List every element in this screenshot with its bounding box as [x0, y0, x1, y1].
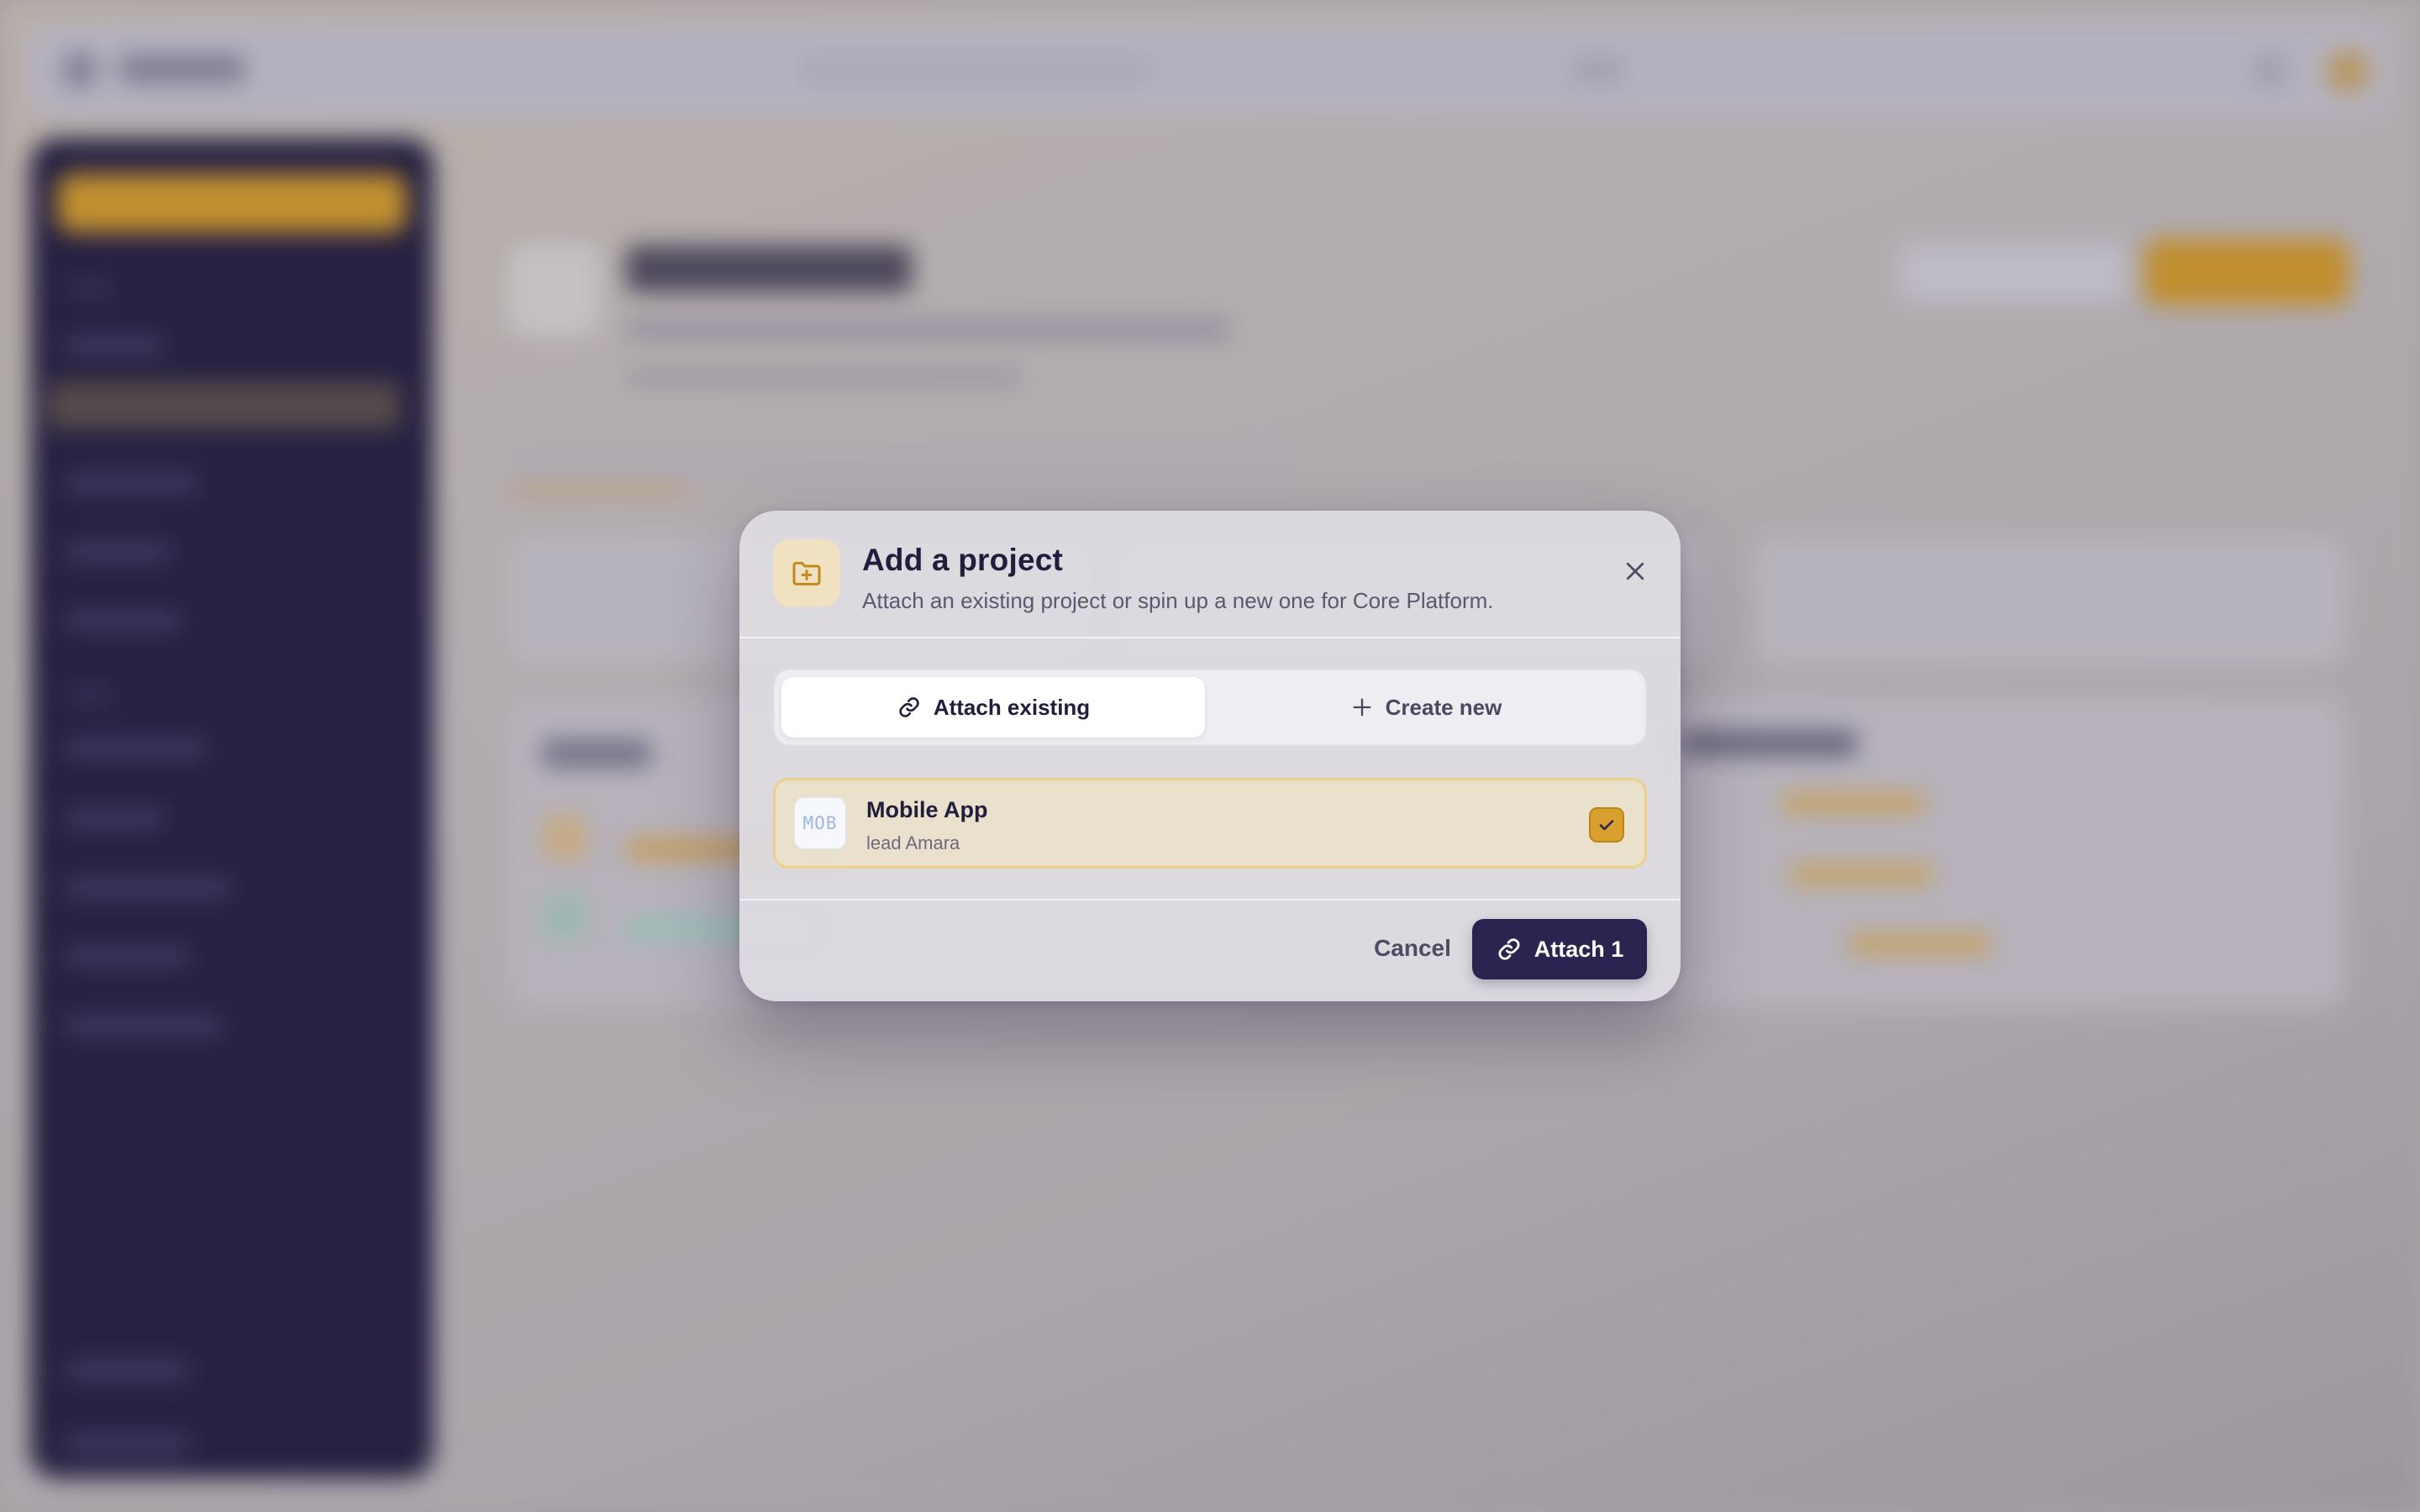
header-divider [739, 637, 1681, 638]
project-checkbox[interactable] [1589, 807, 1624, 843]
project-option[interactable]: MOB Mobile App lead Amara [773, 778, 1647, 869]
project-lead: lead Amara [866, 832, 960, 853]
close-icon [1626, 562, 1644, 580]
checkmark-icon [1599, 820, 1614, 831]
tab-create-new-label: Create new [1385, 694, 1502, 720]
mode-switch: Attach existing Create new [773, 669, 1647, 746]
project-badge: MOB [794, 797, 846, 849]
footer-divider [739, 899, 1681, 900]
link-icon [899, 697, 919, 717]
plus-icon [1353, 698, 1371, 717]
dialog-title: Add a project [862, 543, 1064, 577]
add-project-dialog: Add a project Attach an existing project… [739, 511, 1681, 1001]
close-button[interactable] [1613, 549, 1657, 593]
folder-plus-icon [773, 539, 840, 606]
dialog-subtitle: Attach an existing project or spin up a … [862, 588, 1494, 613]
tab-attach-existing[interactable]: Attach existing [781, 677, 1205, 738]
cancel-button[interactable]: Cancel [1349, 919, 1476, 978]
project-name: Mobile App [866, 797, 988, 822]
tab-create-new[interactable]: Create new [1212, 677, 1640, 738]
attach-button-label: Attach 1 [1534, 936, 1624, 962]
tab-attach-existing-label: Attach existing [933, 694, 1091, 720]
attach-button[interactable]: Attach 1 [1472, 919, 1647, 979]
link-icon [1498, 938, 1520, 960]
